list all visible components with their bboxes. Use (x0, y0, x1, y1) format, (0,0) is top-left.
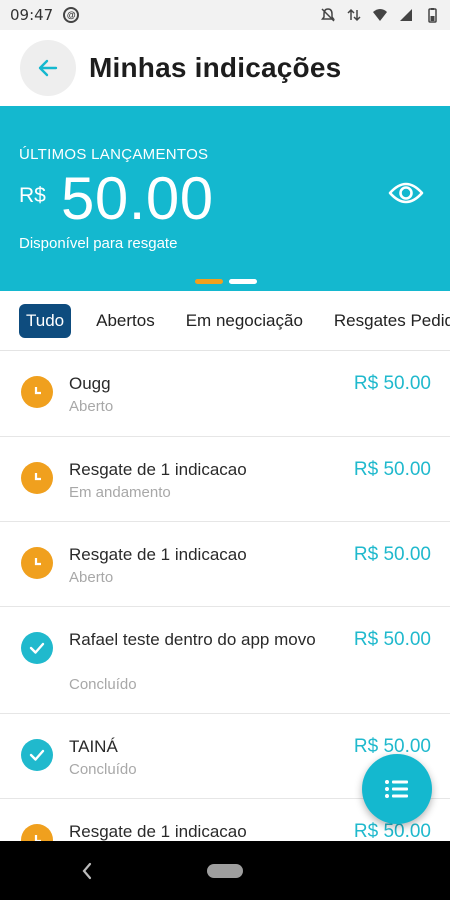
item-status: Aberto (69, 569, 114, 586)
system-nav-bar (0, 841, 450, 900)
item-name: Ougg (69, 374, 111, 393)
tab-tudo[interactable]: Tudo (19, 303, 72, 338)
check-icon (21, 632, 53, 664)
clock-icon (21, 824, 53, 841)
item-status: Aberto (69, 398, 114, 415)
banner-caption: ÚLTIMOS LANÇAMENTOS (19, 146, 209, 163)
list-item[interactable]: Ougg Aberto R$ 50.00 (0, 351, 450, 437)
balance-subtitle: Disponível para resgate (19, 235, 178, 252)
tab-abertos[interactable]: Abertos (96, 311, 155, 331)
data-arrows-icon (347, 8, 361, 22)
item-value: R$ 50.00 (353, 629, 431, 650)
arrow-left-icon (38, 59, 58, 77)
clock-icon (21, 547, 53, 579)
filter-tabs: Tudo Abertos Em negociação Resgates Pedi… (0, 291, 450, 351)
item-status: Concluído (69, 676, 137, 693)
list-view-fab[interactable] (362, 754, 432, 824)
status-time: 09:47 (10, 6, 54, 24)
clock-icon (21, 376, 53, 408)
mute-icon (321, 8, 335, 22)
status-bar: 09:47 @ (0, 0, 450, 30)
system-back-icon[interactable] (80, 861, 94, 881)
item-name: Resgate de 1 indicacao (69, 460, 247, 479)
balance-banner: ÚLTIMOS LANÇAMENTOS R$ 50.00 Disponível … (0, 106, 450, 291)
item-value: R$ 50.00 (353, 544, 431, 565)
balance-amount: 50.00 (61, 165, 214, 232)
item-value: R$ 50.00 (353, 821, 431, 841)
clock-icon (21, 462, 53, 494)
item-name: Resgate de 1 indicacao (69, 822, 247, 841)
tab-resgates-pedidos[interactable]: Resgates Pedidos (334, 311, 450, 331)
wifi-icon (373, 9, 387, 21)
item-name: TAINÁ (69, 737, 118, 756)
item-status: Concluído (69, 761, 137, 778)
signal-icon (400, 9, 412, 21)
pager-dot-active[interactable] (195, 279, 223, 284)
check-icon (21, 739, 53, 771)
item-name: Rafael teste dentro do app movo (69, 630, 316, 649)
status-icons (320, 7, 440, 23)
list-item[interactable]: Resgate de 1 indicacao Em andamento R$ 5… (0, 437, 450, 522)
system-home-button[interactable] (207, 864, 243, 878)
page-title: Minhas indicações (89, 52, 342, 83)
list-icon (385, 780, 408, 798)
list-item[interactable]: Rafael teste dentro do app movo Concluíd… (0, 607, 450, 714)
battery-icon (428, 8, 437, 23)
item-status: Em andamento (69, 484, 171, 501)
item-name: Resgate de 1 indicacao (69, 545, 247, 564)
tab-em-negociacao[interactable]: Em negociação (186, 311, 303, 331)
banner-pager[interactable] (195, 279, 257, 284)
balance-currency: R$ (19, 184, 46, 207)
item-value: R$ 50.00 (353, 459, 431, 480)
notification-at-icon: @ (63, 7, 80, 23)
back-button[interactable] (20, 40, 76, 96)
app-bar: Minhas indicações (0, 30, 450, 106)
eye-icon[interactable] (388, 180, 424, 206)
list-item[interactable]: Resgate de 1 indicacao Aberto R$ 50.00 (0, 522, 450, 607)
pager-dot[interactable] (229, 279, 257, 284)
item-value: R$ 50.00 (353, 373, 431, 394)
